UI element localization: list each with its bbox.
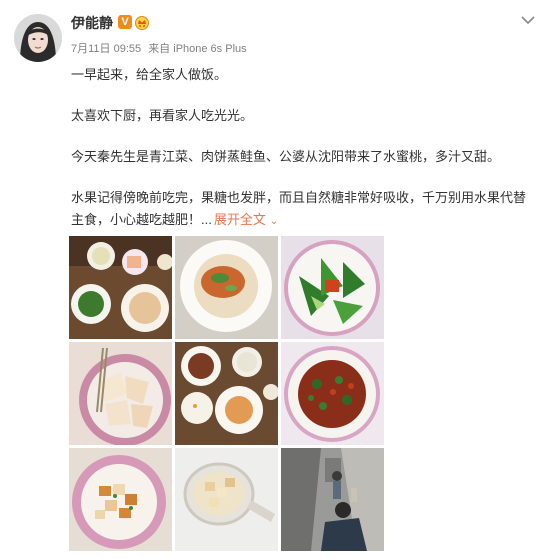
photo-icon bbox=[281, 448, 384, 551]
username[interactable]: 伊能静 bbox=[71, 14, 113, 32]
food-photo-icon bbox=[69, 236, 172, 339]
post-content: 一早起来，给全家人做饭。 太喜欢下厨，再看家人吃光光。 今天秦先生是青江菜、肉饼… bbox=[71, 64, 531, 233]
photo-rice-meat-patty[interactable] bbox=[175, 236, 278, 339]
post-paragraph: 今天秦先生是青江菜、肉饼蒸鲑鱼、公婆从沈阳带来了水蜜桃，多汁又甜。 bbox=[71, 149, 501, 164]
expand-chevron-icon: ⌄ bbox=[269, 216, 279, 227]
photo-stir-fry[interactable] bbox=[281, 342, 384, 445]
post-paragraph: 水果记得傍晚前吃完，果糖也发胖，而且自然糖非常好吸收，千万别用水果代替主食，小心… bbox=[71, 190, 527, 227]
food-photo-icon bbox=[69, 448, 172, 551]
post-paragraph: 太喜欢下厨，再看家人吃光光。 bbox=[71, 108, 254, 123]
photo-tofu-bowl[interactable] bbox=[175, 448, 278, 551]
photo-green-vegetables[interactable] bbox=[281, 236, 384, 339]
avatar[interactable] bbox=[14, 14, 62, 62]
photo-tofu-plate[interactable] bbox=[69, 448, 172, 551]
crown-badge-icon bbox=[135, 16, 149, 30]
food-photo-icon bbox=[281, 342, 384, 445]
food-photo-icon bbox=[281, 236, 384, 339]
verified-badge-icon: V bbox=[118, 15, 132, 29]
photo-grid bbox=[69, 236, 384, 551]
food-photo-icon bbox=[175, 342, 278, 445]
expand-label: 展开全文 bbox=[213, 212, 266, 227]
photo-breakfast-table[interactable] bbox=[69, 236, 172, 339]
chevron-down-icon[interactable] bbox=[520, 14, 536, 26]
food-photo-icon bbox=[175, 448, 278, 551]
photo-street-scene[interactable] bbox=[281, 448, 384, 551]
source-device[interactable]: iPhone 6s Plus bbox=[173, 43, 246, 55]
post-paragraph-last: 水果记得傍晚前吃完，果糖也发胖，而且自然糖非常好吸收，千万别用水果代替主食，小心… bbox=[71, 187, 531, 233]
source-prefix: 来自 bbox=[148, 43, 171, 55]
post-meta: 7月11日 09:55 来自 iPhone 6s Plus bbox=[71, 42, 247, 56]
post-timestamp[interactable]: 7月11日 09:55 bbox=[71, 43, 141, 55]
food-photo-icon bbox=[69, 342, 172, 445]
avatar-image bbox=[14, 14, 62, 62]
food-photo-icon bbox=[175, 236, 278, 339]
photo-meal-overview[interactable] bbox=[175, 342, 278, 445]
expand-full-text-link[interactable]: 展开全文 ⌄ bbox=[214, 212, 278, 227]
post-paragraph: 一早起来，给全家人做饭。 bbox=[71, 67, 228, 82]
photo-peaches-plate[interactable] bbox=[69, 342, 172, 445]
